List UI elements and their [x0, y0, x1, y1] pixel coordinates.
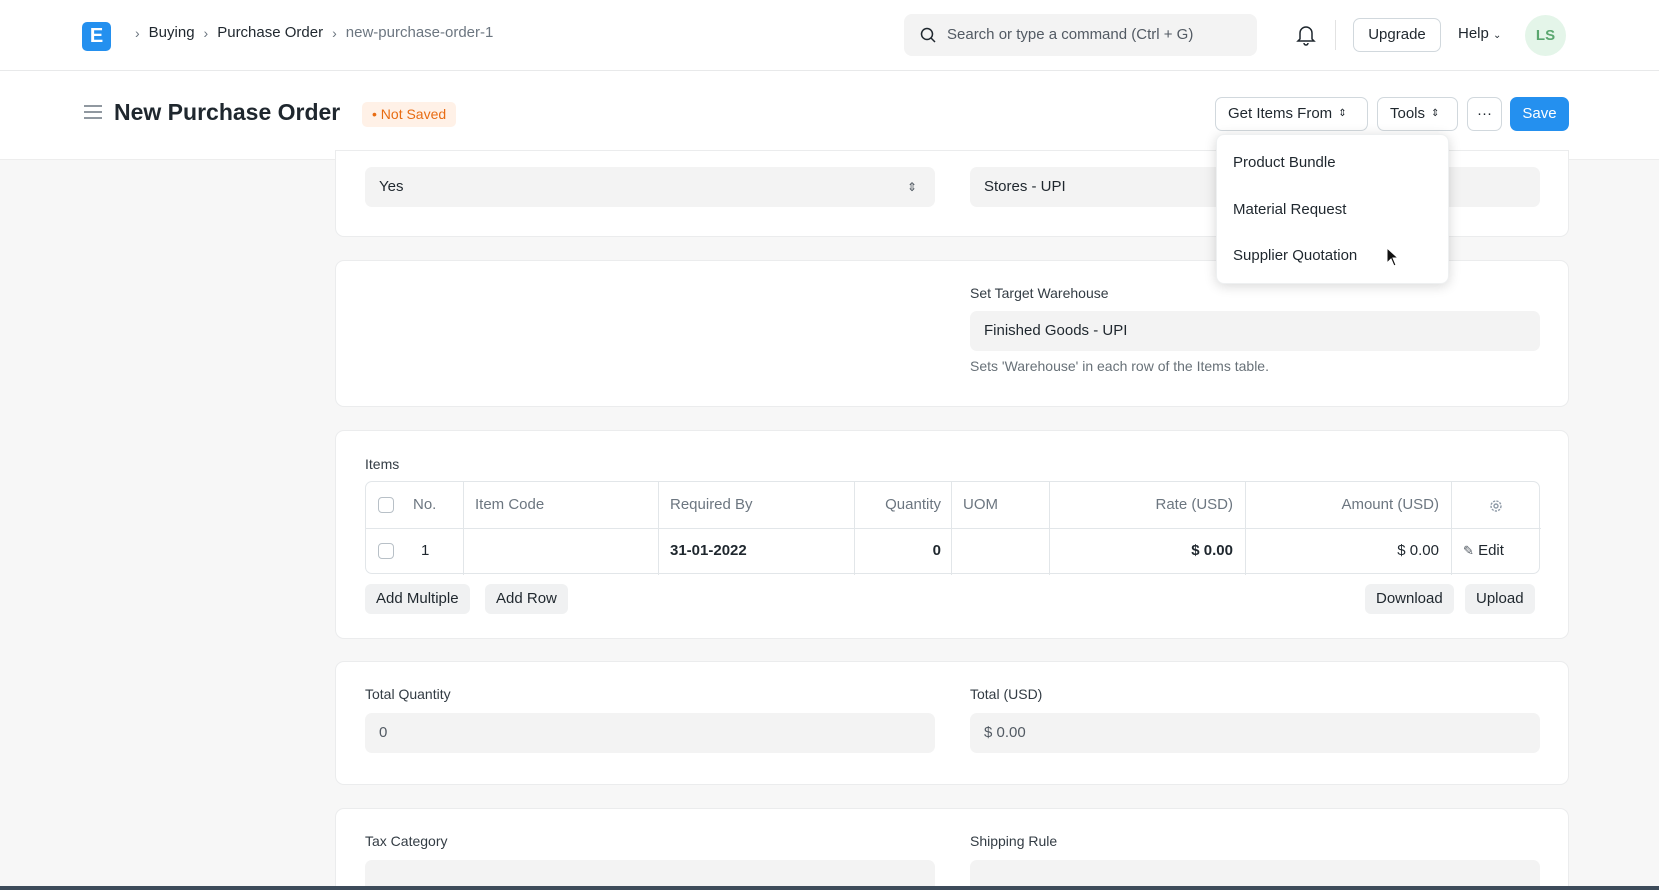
- row-divider: [366, 528, 1541, 529]
- search-icon: [920, 27, 936, 43]
- sidebar-toggle-icon[interactable]: [83, 104, 103, 120]
- row-quantity[interactable]: 0: [854, 542, 941, 559]
- total-usd-label: Total (USD): [970, 686, 1043, 702]
- tools-label: Tools: [1390, 105, 1426, 122]
- column-header-amount: Amount (USD): [1341, 496, 1439, 513]
- sort-arrows-icon: ⇕: [1431, 108, 1440, 120]
- total-quantity-value: 0: [379, 724, 388, 741]
- breadcrumb-current[interactable]: new-purchase-order-1: [346, 24, 494, 41]
- column-header-rate: Rate (USD): [1155, 496, 1233, 513]
- tax-card: Tax Category Shipping Rule: [335, 808, 1569, 890]
- column-header-no: No.: [413, 496, 437, 513]
- select-all-checkbox[interactable]: [378, 497, 394, 513]
- row-amount: $ 0.00: [1397, 542, 1439, 559]
- select-value: Yes: [379, 178, 404, 195]
- items-label: Items: [365, 456, 400, 472]
- row-checkbox[interactable]: [378, 543, 394, 559]
- status-badge-label: Not Saved: [380, 106, 447, 122]
- chevron-right-icon: ›: [135, 24, 140, 41]
- chevron-right-icon: ›: [203, 24, 209, 41]
- add-multiple-button[interactable]: Add Multiple: [365, 584, 470, 614]
- target-warehouse-value: Finished Goods - UPI: [984, 322, 1128, 339]
- breadcrumb: › Buying › Purchase Order › new-purchase…: [126, 24, 493, 41]
- tools-button[interactable]: Tools ⇕: [1377, 97, 1458, 131]
- screen-bottom-edge: [0, 886, 1659, 890]
- navbar: E › Buying › Purchase Order › new-purcha…: [0, 0, 1659, 71]
- items-card: Items No. Item Code Required By Quantity…: [335, 430, 1569, 639]
- row-no: 1: [421, 542, 430, 559]
- get-items-from-menu: Product Bundle Material Request Supplier…: [1216, 134, 1449, 284]
- row-uom[interactable]: [963, 542, 1038, 562]
- more-actions-button[interactable]: ···: [1467, 97, 1502, 131]
- status-badge: • Not Saved: [362, 102, 457, 127]
- chevron-down-icon: ⌄: [1493, 30, 1502, 41]
- gear-icon[interactable]: [1488, 498, 1504, 514]
- target-warehouse-input[interactable]: Finished Goods - UPI: [970, 311, 1540, 351]
- search-bar[interactable]: Search or type a command (Ctrl + G): [904, 14, 1257, 56]
- total-usd-value: $ 0.00: [984, 724, 1026, 741]
- total-usd-field: $ 0.00: [970, 713, 1540, 753]
- total-quantity-label: Total Quantity: [365, 686, 451, 702]
- get-items-from-button[interactable]: Get Items From ⇕: [1215, 97, 1368, 131]
- total-quantity-field: 0: [365, 713, 935, 753]
- select-arrows-icon: ⇕: [906, 180, 917, 194]
- column-header-required-by: Required By: [670, 496, 753, 513]
- column-header-quantity: Quantity: [885, 496, 941, 513]
- row-item-code[interactable]: [475, 542, 645, 562]
- menu-item-supplier-quotation[interactable]: Supplier Quotation: [1233, 247, 1357, 264]
- breadcrumb-purchase-order[interactable]: Purchase Order: [217, 24, 323, 41]
- column-header-uom: UOM: [963, 496, 998, 513]
- upload-button[interactable]: Upload: [1465, 584, 1535, 614]
- get-items-from-label: Get Items From: [1228, 105, 1333, 122]
- column-header-item-code: Item Code: [475, 496, 545, 513]
- target-warehouse-hint: Sets 'Warehouse' in each row of the Item…: [970, 358, 1269, 374]
- row-edit-button[interactable]: ✎ Edit: [1463, 542, 1504, 559]
- divider: [1335, 20, 1336, 50]
- add-row-button[interactable]: Add Row: [485, 584, 568, 614]
- download-button[interactable]: Download: [1365, 584, 1454, 614]
- target-warehouse-label: Set Target Warehouse: [970, 285, 1109, 301]
- search-input[interactable]: Search or type a command (Ctrl + G): [947, 26, 1193, 43]
- help-label: Help: [1458, 25, 1489, 42]
- menu-item-product-bundle[interactable]: Product Bundle: [1233, 154, 1336, 171]
- help-dropdown[interactable]: Help ⌄: [1458, 25, 1501, 42]
- pencil-icon: ✎: [1463, 543, 1474, 558]
- mouse-cursor-icon: [1386, 247, 1400, 267]
- upgrade-button[interactable]: Upgrade: [1353, 18, 1441, 52]
- app-logo[interactable]: E: [82, 22, 111, 51]
- warehouse-value: Stores - UPI: [984, 178, 1066, 195]
- save-button[interactable]: Save: [1510, 97, 1569, 131]
- totals-card: Total Quantity 0 Total (USD) $ 0.00: [335, 661, 1569, 785]
- breadcrumb-buying[interactable]: Buying: [149, 24, 195, 41]
- sort-arrows-icon: ⇕: [1338, 108, 1347, 120]
- row-required-by[interactable]: 31-01-2022: [670, 542, 747, 559]
- bell-icon[interactable]: [1296, 24, 1316, 46]
- menu-item-material-request[interactable]: Material Request: [1233, 201, 1346, 218]
- row-edit-label: Edit: [1478, 542, 1504, 559]
- items-table: No. Item Code Required By Quantity UOM R…: [365, 481, 1541, 575]
- page-title: New Purchase Order: [114, 99, 341, 125]
- row-rate[interactable]: $ 0.00: [1049, 542, 1233, 559]
- avatar[interactable]: LS: [1525, 15, 1566, 56]
- chevron-right-icon: ›: [332, 24, 337, 41]
- tax-category-label: Tax Category: [365, 833, 448, 849]
- shipping-rule-label: Shipping Rule: [970, 833, 1058, 849]
- select-field[interactable]: Yes ⇕: [365, 167, 935, 207]
